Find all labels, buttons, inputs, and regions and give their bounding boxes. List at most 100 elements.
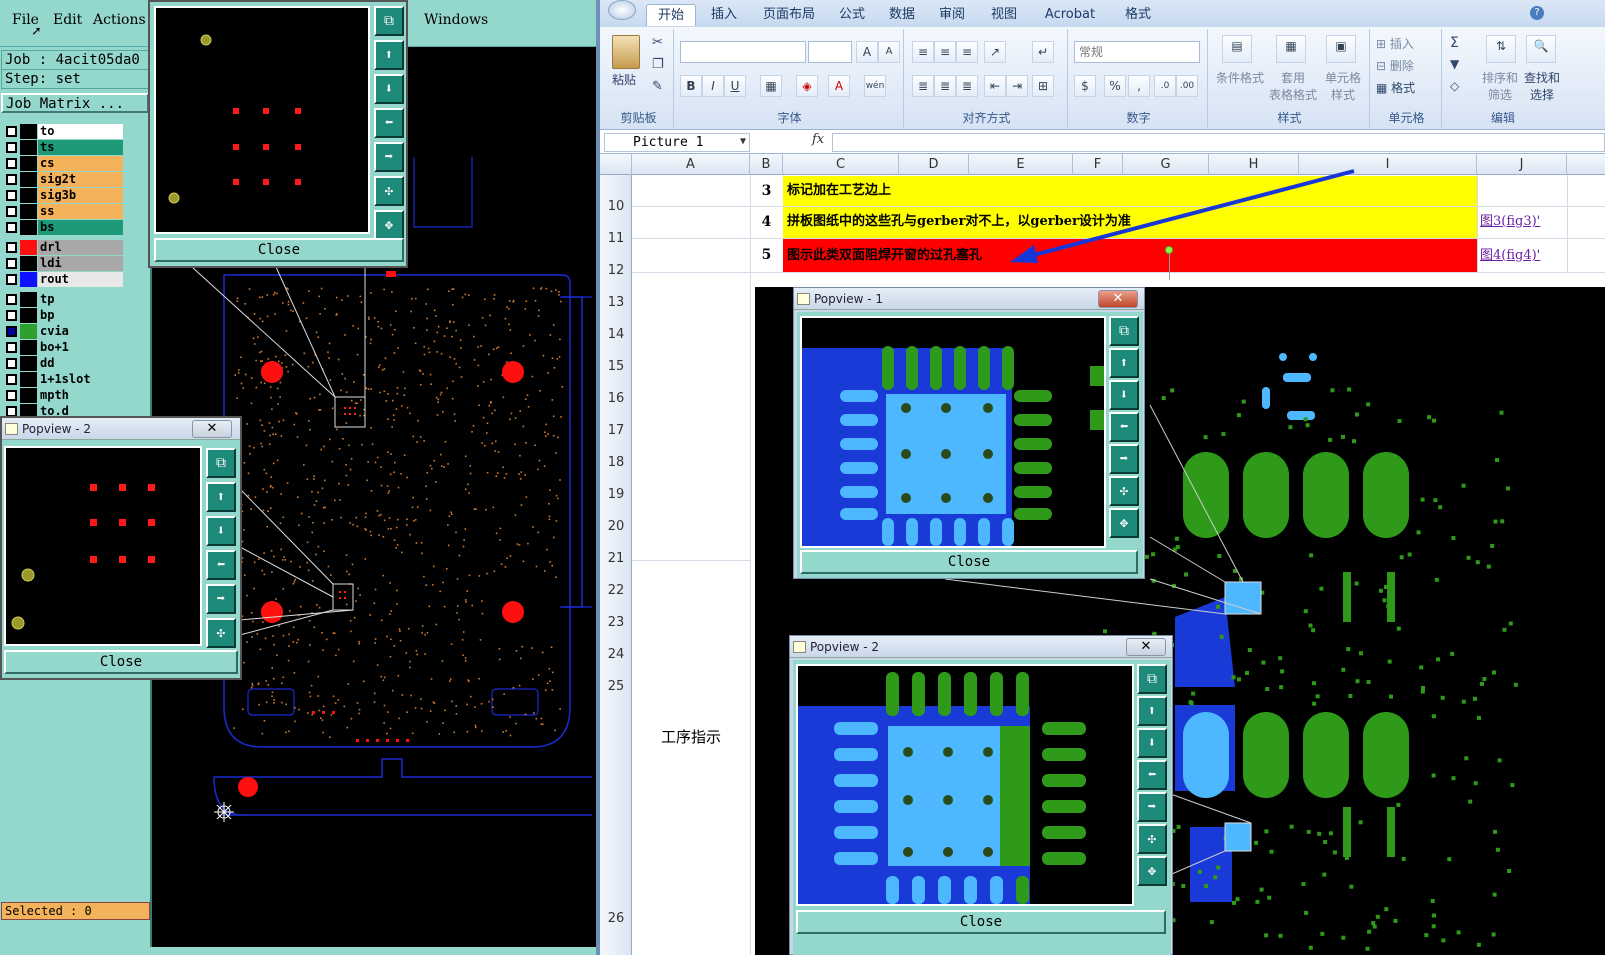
layer-row[interactable]: sig3b (4, 188, 123, 203)
layer-checkbox[interactable] (6, 358, 17, 369)
zoom-window-icon[interactable]: ⧉ (374, 6, 404, 36)
paste-button[interactable]: 粘贴 (612, 71, 636, 88)
row-header[interactable]: 14 (600, 327, 632, 342)
formula-input[interactable] (832, 133, 1605, 152)
popview-top-canvas[interactable] (154, 6, 370, 234)
row-header[interactable]: 26 (600, 911, 632, 926)
pan-down-icon[interactable]: ⬇ (206, 516, 236, 546)
table-format-button[interactable]: 套用 表格格式 (1268, 69, 1318, 103)
layer-name[interactable]: ldi (38, 256, 123, 271)
close-icon[interactable]: ✕ (1098, 290, 1138, 308)
tab-acrobat[interactable]: Acrobat (1038, 4, 1102, 26)
conditional-format-icon[interactable]: ▤ (1222, 35, 1252, 63)
layer-color-swatch[interactable] (20, 356, 37, 371)
row-header[interactable]: 23 (600, 615, 632, 630)
rotate-handle[interactable] (1165, 246, 1173, 254)
column-header-j[interactable]: J (1477, 154, 1567, 175)
row-header[interactable]: 20 (600, 519, 632, 534)
increase-indent-icon[interactable]: ⇥ (1006, 75, 1028, 97)
phonetic-icon[interactable]: wén (864, 75, 886, 97)
layer-row[interactable]: ts (4, 140, 123, 155)
tab-page-layout[interactable]: 页面布局 (756, 4, 822, 26)
row-header[interactable]: 16 (600, 391, 632, 406)
popview-2-left-close-button[interactable]: Close (4, 650, 238, 674)
column-header-c[interactable]: C (783, 154, 899, 175)
bold-icon[interactable]: B (680, 75, 702, 97)
office-button-icon[interactable] (608, 0, 636, 20)
close-icon[interactable]: ✕ (192, 420, 232, 438)
layer-checkbox[interactable] (6, 342, 17, 353)
pan-down-icon[interactable]: ⬇ (374, 74, 404, 104)
paste-icon[interactable] (612, 35, 640, 69)
popview-2-left-titlebar[interactable]: Popview - 2 ✕ (2, 418, 240, 440)
layer-color-swatch[interactable] (20, 340, 37, 355)
wrap-text-icon[interactable]: ↵ (1032, 41, 1054, 63)
layer-row[interactable]: ldi (4, 256, 123, 271)
layer-color-swatch[interactable] (20, 240, 37, 255)
zoom-center-icon[interactable]: ✥ (1109, 508, 1139, 538)
layer-row[interactable]: cs (4, 156, 123, 171)
row-number-5[interactable]: 5 (750, 239, 783, 272)
popview-2-right-canvas[interactable] (796, 664, 1134, 906)
tab-format[interactable]: 格式 (1118, 4, 1158, 26)
row-header[interactable]: 15 (600, 359, 632, 374)
layer-row[interactable]: 1+1slot (4, 372, 123, 387)
layer-row[interactable]: cvia (4, 324, 123, 339)
copy-icon[interactable]: ❐ (652, 57, 664, 72)
align-right-icon[interactable]: ≣ (956, 75, 978, 97)
layer-checkbox[interactable] (6, 242, 17, 253)
layer-checkbox[interactable] (6, 142, 17, 153)
conditional-format-button[interactable]: 条件格式 (1214, 69, 1266, 86)
layer-name[interactable]: drl (38, 240, 123, 255)
layer-color-swatch[interactable] (20, 220, 37, 235)
percent-icon[interactable]: % (1104, 75, 1126, 97)
align-center-icon[interactable]: ≣ (934, 75, 956, 97)
popview-top-close-button[interactable]: Close (154, 238, 404, 262)
underline-icon[interactable]: U (724, 75, 746, 97)
layer-checkbox[interactable] (6, 390, 17, 401)
align-bottom-icon[interactable]: ≡ (956, 41, 978, 63)
tab-formulas[interactable]: 公式 (832, 4, 872, 26)
layer-color-swatch[interactable] (20, 324, 37, 339)
pan-right-icon[interactable]: ➡ (374, 142, 404, 172)
pan-left-icon[interactable]: ⬅ (206, 550, 236, 580)
italic-icon[interactable]: I (702, 75, 724, 97)
popview-1-titlebar[interactable]: Popview - 1 ✕ (794, 288, 1144, 310)
row-header[interactable]: 25 (600, 679, 632, 694)
shrink-font-icon[interactable]: A (878, 41, 900, 63)
link-fig3[interactable]: 图3(fig3)' (1477, 207, 1540, 237)
layer-color-swatch[interactable] (20, 204, 37, 219)
zoom-fit-icon[interactable]: ✣ (206, 618, 236, 648)
link-fig4[interactable]: 图4(fig4)' (1477, 239, 1540, 272)
tab-review[interactable]: 审阅 (932, 4, 972, 26)
menu-edit[interactable]: Edit (53, 12, 82, 28)
layer-color-swatch[interactable] (20, 156, 37, 171)
orientation-icon[interactable]: ↗ (984, 41, 1006, 63)
layer-name[interactable]: ts (38, 140, 123, 155)
layer-checkbox[interactable] (6, 206, 17, 217)
align-top-icon[interactable]: ≡ (912, 41, 934, 63)
row-header[interactable]: 18 (600, 455, 632, 470)
zoom-fit-icon[interactable]: ✣ (1137, 824, 1167, 854)
pan-right-icon[interactable]: ➡ (1137, 792, 1167, 822)
popview-2-left-canvas[interactable] (4, 446, 202, 646)
pan-up-icon[interactable]: ⬆ (206, 482, 236, 512)
pan-left-icon[interactable]: ⬅ (374, 108, 404, 138)
delete-cells-button[interactable]: ⊟ 删除 (1376, 57, 1414, 74)
name-box[interactable]: Picture 1 (604, 133, 750, 152)
chevron-down-icon[interactable]: ▼ (740, 136, 746, 147)
pan-down-icon[interactable]: ⬇ (1137, 728, 1167, 758)
zoom-window-icon[interactable]: ⧉ (1109, 316, 1139, 346)
popview-1-close-button[interactable]: Close (800, 550, 1138, 574)
popview-2-right-titlebar[interactable]: Popview - 2 ✕ (790, 636, 1172, 658)
embedded-picture[interactable]: Popview - 1 ✕ ⧉ ⬆ ⬇ ⬅ ➡ ✣ ✥ Close Popvie… (755, 287, 1605, 955)
sort-filter-button[interactable]: 排序和 筛选 (1480, 69, 1520, 103)
layer-row[interactable]: rout (4, 272, 123, 287)
cut-icon[interactable]: ✂ (652, 35, 663, 50)
font-size-select[interactable] (808, 41, 852, 63)
row-header[interactable]: 21 (600, 551, 632, 566)
job-matrix-button[interactable]: Job Matrix ... (1, 93, 149, 113)
layer-checkbox[interactable] (6, 326, 17, 337)
decrease-decimal-icon[interactable]: .00 (1176, 75, 1198, 97)
layer-color-swatch[interactable] (20, 124, 37, 139)
